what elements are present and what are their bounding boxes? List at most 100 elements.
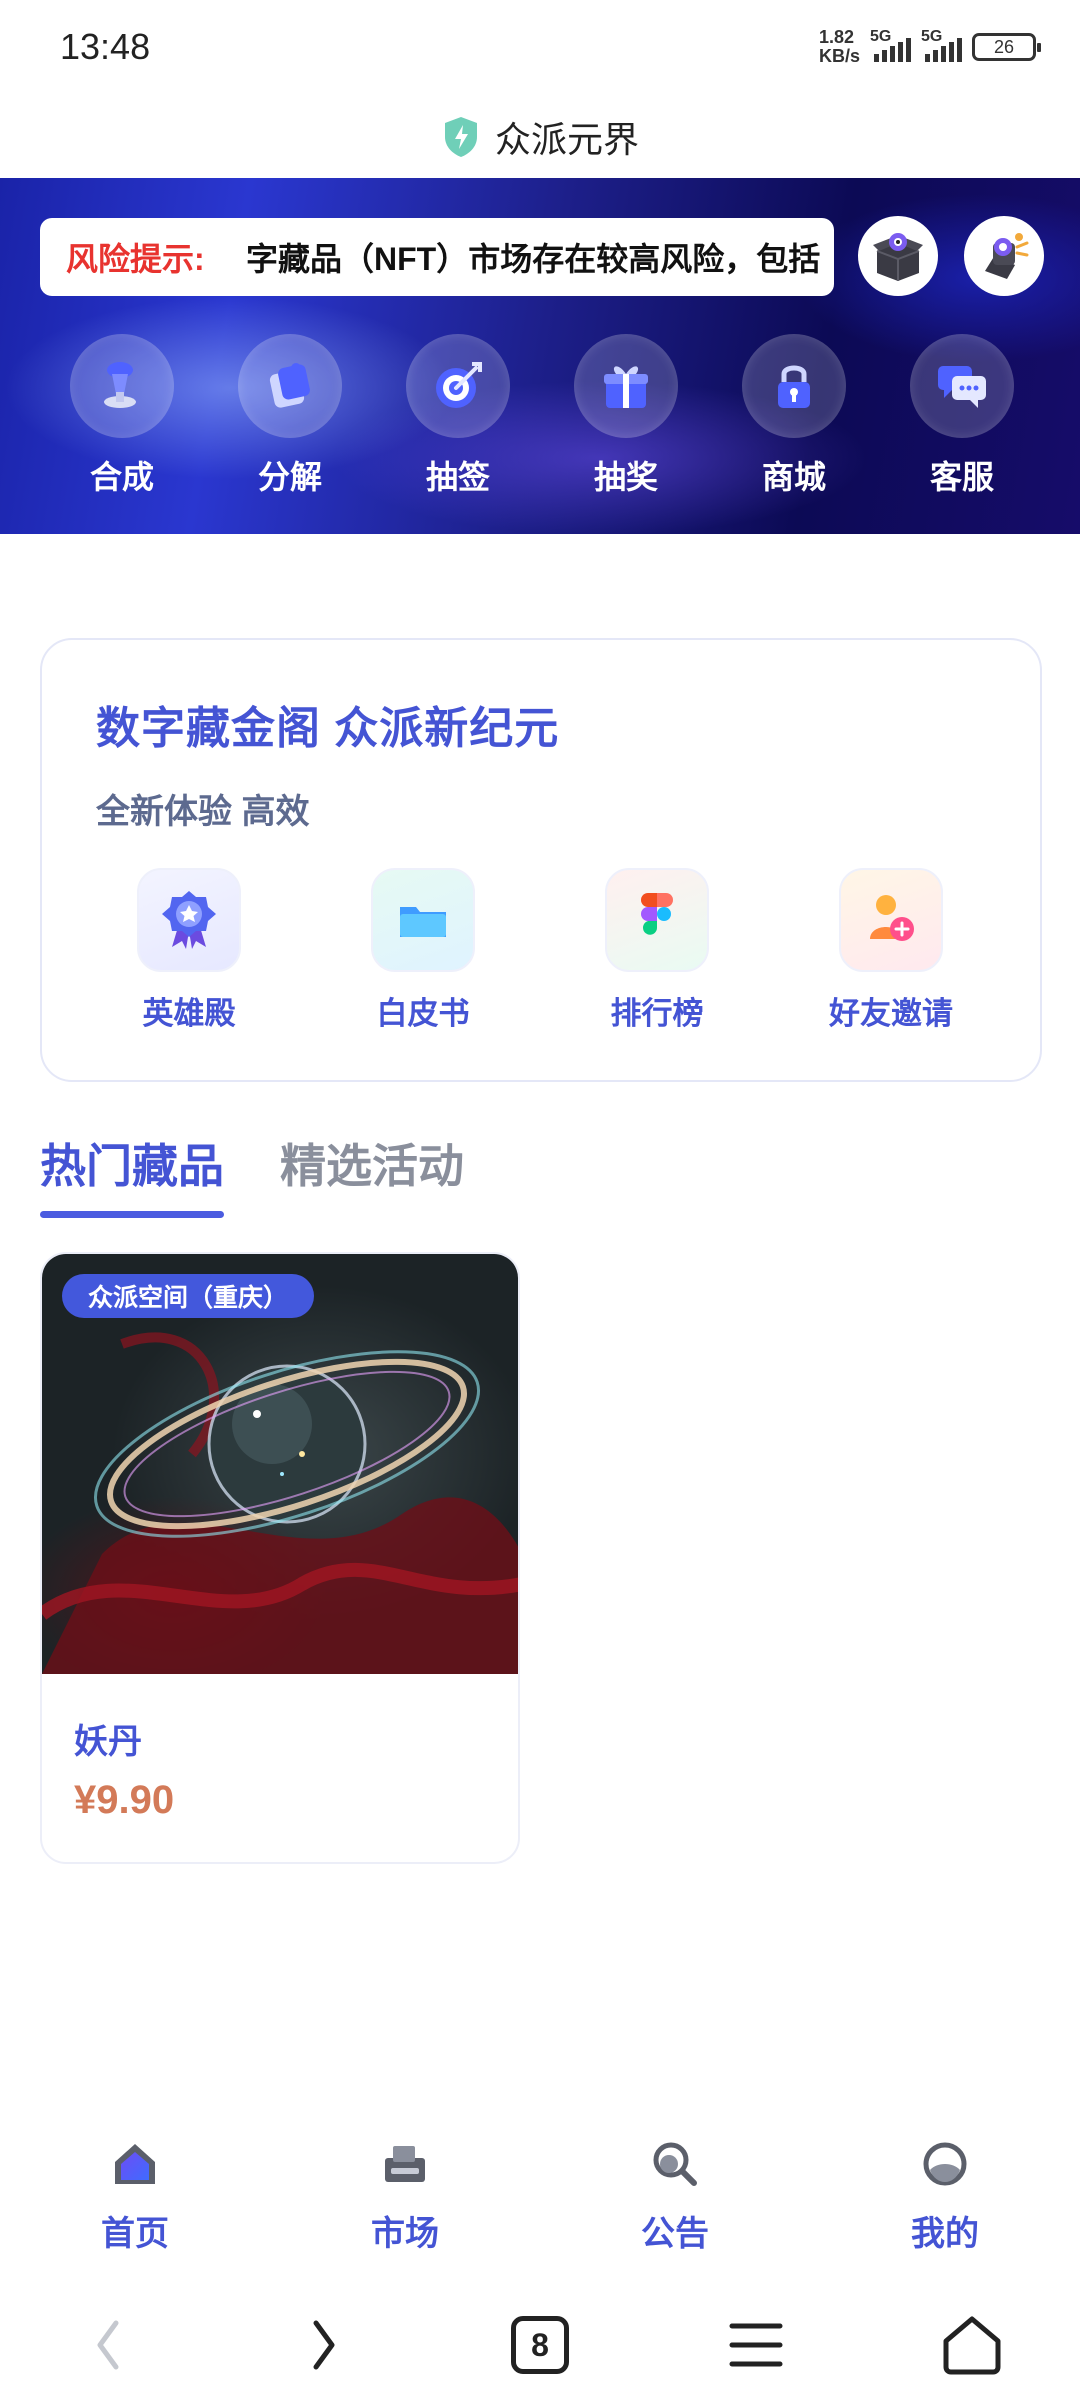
browser-back-button[interactable] bbox=[68, 2305, 148, 2385]
quick-action-icon-wrap bbox=[910, 334, 1014, 438]
feature-label: 英雄殿 bbox=[142, 996, 236, 1031]
feature-icon-wrap bbox=[137, 868, 241, 972]
intro-subtitle: 全新体验 高效 bbox=[96, 793, 310, 831]
trophy-icon bbox=[104, 362, 136, 408]
tab-hot-collections[interactable]: 热门藏品 bbox=[40, 1130, 224, 1218]
gift-icon bbox=[604, 366, 648, 408]
quick-action-label: 抽签 bbox=[425, 459, 490, 495]
quick-action-icon-wrap bbox=[406, 334, 510, 438]
quick-action-label: 抽奖 bbox=[593, 459, 658, 495]
quick-action-icon-wrap bbox=[742, 334, 846, 438]
intro-card: 数字藏金阁 众派新纪元 全新体验 高效 英雄殿 白皮书 排行榜 好友邀请 bbox=[40, 638, 1042, 1082]
quick-action-label: 商城 bbox=[761, 459, 826, 495]
intro-title: 数字藏金阁 众派新纪元 bbox=[96, 704, 560, 753]
feature-whitepaper[interactable]: 白皮书 bbox=[306, 868, 540, 1033]
tab-featured-events[interactable]: 精选活动 bbox=[280, 1130, 464, 1218]
feature-leaderboard[interactable]: 排行榜 bbox=[540, 868, 774, 1033]
house-icon bbox=[943, 2316, 1001, 2375]
quick-action-customer-service[interactable]: 客服 bbox=[878, 334, 1046, 498]
network-speed-value: 1.82 bbox=[818, 27, 855, 47]
quick-action-icon-wrap bbox=[238, 334, 342, 438]
profile-icon bbox=[923, 2142, 967, 2186]
product-price: ¥9.90 bbox=[74, 1778, 175, 1822]
nav-label: 市场 bbox=[371, 2215, 439, 2253]
chevron-right-icon bbox=[313, 2320, 335, 2370]
risk-notice-text: 字藏品（NFT）市场存在较高风险，包括 bbox=[246, 241, 821, 277]
network-speed-unit: KB/s bbox=[818, 46, 860, 66]
browser-forward-button[interactable] bbox=[284, 2305, 364, 2385]
quick-action-mall[interactable]: 商城 bbox=[710, 334, 878, 498]
product-image: 众派空间（重庆） bbox=[42, 1254, 518, 1674]
mystery-box-button[interactable] bbox=[858, 216, 938, 296]
shield-icon bbox=[444, 117, 477, 157]
puzzle-icon bbox=[269, 363, 310, 408]
hero-banner: 风险提示: 字藏品（NFT）市场存在较高风险，包括 合成 分解 抽签 抽奖 商城… bbox=[0, 178, 1080, 534]
feature-label: 好友邀请 bbox=[829, 996, 953, 1031]
quick-action-label: 分解 bbox=[257, 459, 322, 495]
nav-label: 公告 bbox=[641, 2215, 709, 2253]
nav-announcement[interactable]: 公告 bbox=[540, 2120, 810, 2270]
chat-icon bbox=[938, 366, 986, 408]
status-indicators: 1.82 KB/s 5G 5G 26 bbox=[819, 28, 1041, 66]
quick-action-label: 合成 bbox=[89, 459, 154, 495]
nav-market[interactable]: 市场 bbox=[270, 2120, 540, 2270]
quick-action-decompose[interactable]: 分解 bbox=[206, 334, 374, 498]
figma-icon bbox=[641, 893, 673, 935]
quick-action-draw-lots[interactable]: 抽签 bbox=[374, 334, 542, 498]
feature-icon-wrap bbox=[371, 868, 475, 972]
quick-action-lottery[interactable]: 抽奖 bbox=[542, 334, 710, 498]
product-issuer-tag: 众派空间（重庆） bbox=[62, 1274, 315, 1318]
badge-icon bbox=[162, 891, 216, 949]
risk-notice-label: 风险提示: bbox=[66, 241, 205, 277]
tabs-count-box: 8 bbox=[511, 2316, 569, 2374]
status-time: 13:48 bbox=[60, 26, 151, 67]
nav-label: 首页 bbox=[101, 2215, 169, 2253]
network-speed: 1.82 KB/s bbox=[819, 28, 860, 66]
signal-icon: 5G bbox=[921, 28, 962, 62]
folder-icon bbox=[400, 907, 446, 937]
search-icon bbox=[653, 2142, 697, 2186]
quick-actions: 合成 分解 抽签 抽奖 商城 客服 bbox=[0, 334, 1080, 498]
battery-level: 26 bbox=[993, 36, 1015, 57]
nav-icon-wrap bbox=[915, 2134, 975, 2194]
box-icon bbox=[873, 233, 923, 281]
bottom-navigation: 首页 市场 公告 我的 bbox=[0, 2120, 1080, 2270]
app-title-bar: 众派元界 bbox=[0, 96, 1080, 178]
feature-label: 排行榜 bbox=[610, 996, 704, 1031]
market-icon bbox=[385, 2146, 425, 2182]
menu-button[interactable] bbox=[716, 2305, 796, 2385]
product-card[interactable]: 众派空间（重庆） 妖丹 ¥9.90 bbox=[40, 1252, 520, 1864]
status-bar: 13:48 1.82 KB/s 5G 5G 26 bbox=[0, 0, 1080, 96]
feature-invite-friends[interactable]: 好友邀请 bbox=[774, 868, 1008, 1033]
megaphone-icon bbox=[985, 233, 1029, 279]
invite-icon bbox=[870, 895, 914, 941]
quick-action-label: 客服 bbox=[929, 459, 994, 495]
nav-home[interactable]: 首页 bbox=[0, 2120, 270, 2270]
product-name: 妖丹 bbox=[74, 1723, 142, 1761]
risk-notice[interactable]: 风险提示: 字藏品（NFT）市场存在较高风险，包括 bbox=[40, 218, 834, 296]
battery-icon: 26 bbox=[972, 33, 1041, 61]
page-title: 众派元界 bbox=[494, 119, 639, 160]
target-icon bbox=[436, 362, 482, 408]
feature-hero-hall[interactable]: 英雄殿 bbox=[72, 868, 306, 1033]
nav-icon-wrap bbox=[105, 2134, 165, 2194]
system-navigation-bar: 8 bbox=[0, 2290, 1080, 2400]
tabs-button[interactable]: 8 bbox=[500, 2305, 580, 2385]
home-button[interactable] bbox=[932, 2305, 1012, 2385]
announcement-button[interactable] bbox=[964, 216, 1044, 296]
feature-grid: 英雄殿 白皮书 排行榜 好友邀请 bbox=[42, 868, 1044, 1033]
chevron-left-icon bbox=[97, 2320, 119, 2370]
nav-icon-wrap bbox=[375, 2134, 435, 2194]
quick-action-icon-wrap bbox=[574, 334, 678, 438]
home-icon bbox=[115, 2144, 155, 2184]
tabs-count: 8 bbox=[531, 2326, 549, 2363]
feature-label: 白皮书 bbox=[376, 996, 470, 1031]
quick-action-icon-wrap bbox=[70, 334, 174, 438]
signal-icon: 5G bbox=[870, 28, 911, 62]
menu-icon bbox=[729, 2323, 783, 2367]
feature-icon-wrap bbox=[605, 868, 709, 972]
quick-action-synthesize[interactable]: 合成 bbox=[38, 334, 206, 498]
nav-profile[interactable]: 我的 bbox=[810, 2120, 1080, 2270]
feature-icon-wrap bbox=[839, 868, 943, 972]
sim2-label: 5G bbox=[921, 28, 943, 45]
